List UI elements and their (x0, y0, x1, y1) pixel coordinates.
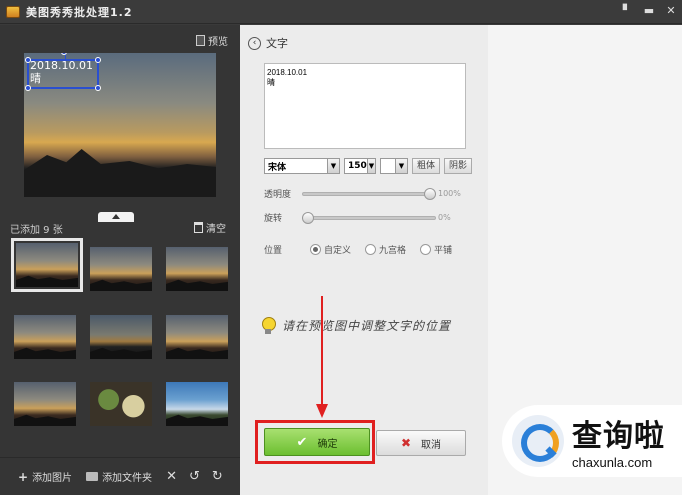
thumbnail-6[interactable] (166, 315, 228, 359)
radio-icon (420, 244, 432, 255)
position-row: 位置 自定义 九宫格 平铺 (264, 243, 466, 256)
ok-label: 确定 (317, 438, 338, 450)
chevron-down-icon: ▼ (366, 159, 375, 173)
text-content-input[interactable]: 2018.10.01 晴 (264, 63, 466, 149)
rotation-label: 旋转 (264, 214, 283, 224)
folder-icon (86, 472, 99, 481)
added-count: 已添加 9 张 (10, 225, 63, 236)
preview-icon (196, 35, 205, 46)
opacity-label: 透明度 (264, 190, 292, 200)
section-title: 文字 (266, 37, 288, 50)
preview-overlay-text: 2018.10.01 晴 (30, 59, 93, 85)
preview-label: 预览 (208, 37, 228, 48)
font-color-select[interactable]: ▼ (380, 158, 408, 174)
font-name-value: 宋体 (268, 162, 287, 173)
ok-button[interactable]: ✔ 确定 (264, 428, 370, 456)
opacity-slider[interactable] (302, 187, 436, 200)
font-size-select[interactable]: 150 ▼ (344, 158, 376, 174)
rotate-left-icon[interactable]: ↺ (189, 469, 200, 484)
thumbnail-3[interactable] (166, 247, 228, 291)
watermark-cn: 查询啦 (572, 419, 665, 454)
radio-icon (365, 244, 377, 255)
title-bar: 美图秀秀批处理1.2 ▘ ▬ ✕ (0, 0, 682, 24)
resize-handle-tr[interactable] (95, 57, 101, 63)
watermark-logo-icon (512, 415, 564, 467)
opacity-value: 100% (438, 189, 461, 198)
chevron-down-icon: ▼ (327, 159, 339, 173)
plus-icon: + (18, 469, 29, 484)
font-name-select[interactable]: 宋体 ▼ (264, 158, 340, 174)
menu-icon[interactable]: ▘ (620, 4, 634, 18)
cancel-button[interactable]: ✖ 取消 (376, 430, 466, 456)
left-toolbar: + 添加图片 添加文件夹 ✕ ↺ ↻ (0, 457, 240, 495)
radio-selected-icon (310, 244, 321, 255)
chevron-down-icon: ▼ (395, 159, 407, 173)
delete-icon[interactable]: ✕ (166, 469, 177, 484)
shadow-button[interactable]: 阴影 (444, 158, 473, 174)
annotation-arrow-line (321, 296, 323, 406)
add-folder-button[interactable]: 添加文件夹 (86, 469, 152, 484)
window-title: 美图秀秀批处理1.2 (26, 5, 133, 19)
rotation-row: 旋转 0% (264, 211, 451, 224)
overlay-weather: 晴 (30, 72, 41, 85)
rotation-slider[interactable] (302, 211, 436, 224)
thumbnail-4[interactable] (14, 315, 76, 359)
add-folder-label: 添加文件夹 (102, 473, 153, 484)
rotate-right-icon[interactable]: ↻ (212, 469, 223, 484)
back-icon[interactable]: ‹ (248, 36, 261, 50)
overlay-date: 2018.10.01 (30, 59, 93, 72)
position-tile-radio[interactable]: 平铺 (420, 243, 452, 256)
add-image-label: 添加图片 (32, 473, 73, 484)
thumbnail-5[interactable] (90, 315, 152, 359)
font-row: 宋体 ▼ 150 ▼ ▼ 粗体 阴影 (264, 158, 473, 174)
hint-row: 请在预览图中调整文字的位置 (260, 315, 451, 335)
thumbnail-8[interactable] (90, 382, 152, 426)
opacity-slider-knob[interactable] (424, 187, 436, 200)
font-size-value: 150 (348, 161, 367, 171)
resize-handle-bl[interactable] (25, 85, 31, 91)
position-custom-label: 自定义 (324, 246, 352, 256)
minimize-icon[interactable]: ▬ (642, 4, 656, 18)
preview-image[interactable]: 2018.10.01 晴 (24, 53, 216, 197)
app-icon (6, 5, 20, 18)
bold-button[interactable]: 粗体 (412, 158, 441, 174)
window-controls: ▘ ▬ ✕ (620, 4, 678, 18)
section-header: ‹ 文字 (248, 35, 288, 51)
thumbnail-7[interactable] (14, 382, 76, 426)
close-icon[interactable]: ✕ (664, 4, 678, 18)
position-label: 位置 (264, 246, 283, 256)
position-custom-radio[interactable]: 自定义 (310, 243, 351, 256)
rotation-slider-knob[interactable] (302, 211, 314, 224)
thumbnail-2[interactable] (90, 247, 152, 291)
position-tile-label: 平铺 (434, 246, 453, 256)
rotation-value: 0% (438, 213, 451, 222)
add-image-button[interactable]: + 添加图片 (18, 469, 73, 485)
clear-button[interactable]: 清空 (194, 220, 226, 235)
annotation-arrow-head (316, 404, 328, 418)
watermark: 查询啦 chaxunla.com (502, 405, 682, 477)
thumbnail-1[interactable] (11, 238, 83, 292)
lightbulb-icon (260, 315, 276, 335)
collapse-button[interactable] (98, 212, 134, 222)
trash-icon (194, 222, 203, 233)
thumbnail-9[interactable] (166, 382, 228, 426)
position-grid-label: 九宫格 (379, 246, 407, 256)
resize-handle-br[interactable] (95, 85, 101, 91)
hint-text: 请在预览图中调整文字的位置 (282, 318, 452, 333)
cancel-label: 取消 (421, 439, 442, 451)
check-icon: ✔ (296, 434, 308, 450)
clear-label: 清空 (206, 224, 226, 235)
left-panel: 预览 2018.10.01 晴 已添加 9 张 清空 + 添加图片 添加文件夹 … (0, 25, 240, 495)
watermark-en: chaxunla.com (572, 455, 653, 470)
close-icon: ✖ (400, 436, 412, 450)
opacity-row: 透明度 100% (264, 187, 461, 200)
preview-button[interactable]: 预览 (196, 33, 228, 48)
position-grid-radio[interactable]: 九宫格 (365, 243, 406, 256)
